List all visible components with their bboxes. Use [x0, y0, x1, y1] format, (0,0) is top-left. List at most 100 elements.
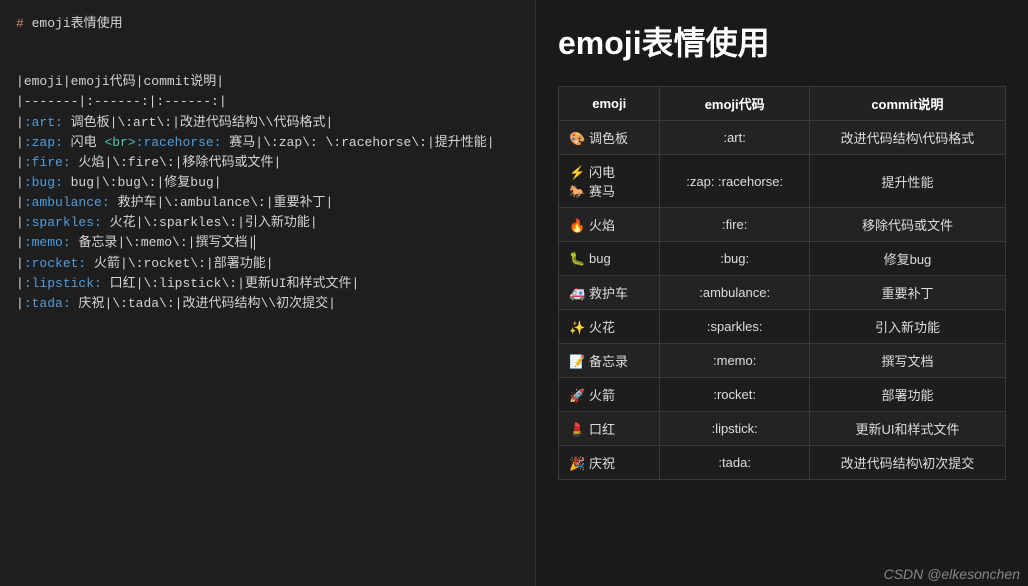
token-punct: |	[16, 135, 24, 150]
source-line: |:rocket: 火箭|\:rocket\:|部署功能|	[16, 254, 519, 274]
cell-code: :ambulance:	[660, 276, 809, 310]
hash-symbol: #	[16, 16, 24, 31]
token-punct: |	[328, 296, 336, 311]
token-plain: \:ambulance\:	[164, 195, 265, 210]
token-emcode: :lipstick:	[24, 276, 102, 291]
token-plain: \:tada\:	[112, 296, 174, 311]
token-punct: |	[237, 215, 245, 230]
token-punct: |	[16, 256, 24, 271]
cell-emoji: 🔥火焰	[559, 208, 660, 242]
token-plain: 引入新功能	[245, 215, 310, 230]
token-punct: |	[237, 276, 245, 291]
memo-icon: 📝	[569, 354, 585, 370]
token-plain: 移除代码或文件	[182, 155, 273, 170]
token-emcode: :art:	[24, 115, 63, 130]
emoji-table: emoji emoji代码 commit说明 🎨调色板:art:改进代码结构\代…	[558, 86, 1006, 480]
cell-desc: 改进代码结构\初次提交	[809, 446, 1005, 480]
token-punct: |	[352, 276, 360, 291]
emoji-label: 救护车	[589, 286, 628, 301]
table-row: 📝备忘录:memo:撰写文档	[559, 344, 1006, 378]
token-punct: |	[94, 175, 102, 190]
emoji-label: 火箭	[589, 388, 615, 403]
token-punct: |	[326, 195, 334, 210]
cell-code: :sparkles:	[660, 310, 809, 344]
source-line: |:art: 调色板|\:art\:|改进代码结构\\代码格式|	[16, 113, 519, 133]
token-emcode: :ambulance:	[24, 195, 110, 210]
cell-emoji: 🎨调色板	[559, 121, 660, 155]
header-code: emoji代码	[660, 87, 809, 121]
cell-desc: 提升性能	[809, 155, 1005, 208]
cell-code: :rocket:	[660, 378, 809, 412]
cell-emoji: 📝 备忘录	[559, 344, 660, 378]
cell-code: :bug:	[660, 242, 809, 276]
cell-code: :fire:	[660, 208, 809, 242]
markdown-preview-pane: emoji表情使用 emoji emoji代码 commit说明 🎨调色板:ar…	[536, 0, 1028, 586]
token-punct: |	[172, 115, 180, 130]
source-line: |:sparkles: 火花|\:sparkles\:|引入新功能|	[16, 213, 519, 233]
fire-icon: 🔥	[569, 218, 585, 234]
emoji-label: 庆祝	[589, 456, 615, 471]
token-punct: |	[16, 215, 24, 230]
cell-emoji: 🚀火箭	[559, 378, 660, 412]
cell-code: :tada:	[660, 446, 809, 480]
source-line: |emoji|emoji代码|commit说明|	[16, 72, 519, 92]
tada-icon: 🎉	[569, 456, 585, 472]
token-plain: \:zap\: \:racehorse\:	[263, 135, 427, 150]
token-punct: |	[427, 135, 435, 150]
token-plain: 改进代码结构\\代码格式	[180, 115, 326, 130]
table-row: 🎉 庆祝 :tada:改进代码结构\初次提交	[559, 446, 1006, 480]
art-icon: 🎨	[569, 131, 585, 147]
source-line: |:tada: 庆祝|\:tada\:|改进代码结构\\初次提交|	[16, 294, 519, 314]
token-emcode: :racehorse:	[136, 135, 222, 150]
markdown-source-pane[interactable]: # emoji表情使用 |emoji|emoji代码|commit说明||---…	[0, 0, 536, 586]
token-plain: 口红	[102, 276, 136, 291]
cell-emoji: ✨火花	[559, 310, 660, 344]
cell-emoji: 💄口红	[559, 412, 660, 446]
token-emcode: :zap:	[24, 135, 63, 150]
token-emcode: :fire:	[24, 155, 71, 170]
token-plain: \:bug\:	[102, 175, 157, 190]
token-plain: 庆祝	[71, 296, 105, 311]
source-line: |:lipstick: 口红|\:lipstick\:|更新UI和样式文件|	[16, 274, 519, 294]
token-punct: |	[120, 256, 128, 271]
heading-text: emoji表情使用	[32, 16, 123, 31]
blank-line	[16, 52, 519, 72]
cell-emoji: 🚑 救护车	[559, 276, 660, 310]
cell-emoji: 🐛bug	[559, 242, 660, 276]
token-plain: 修复bug	[164, 175, 213, 190]
token-punct: |	[266, 256, 274, 271]
token-punct: |	[16, 296, 24, 311]
token-plain: 改进代码结构\\初次提交	[182, 296, 328, 311]
token-plain: 调色板	[63, 115, 110, 130]
token-punct: |	[206, 256, 214, 271]
text-cursor	[254, 235, 255, 250]
token-plain: 赛马	[221, 135, 255, 150]
watermark: CSDN @elkesonchen	[884, 566, 1020, 582]
token-punct: |	[216, 74, 224, 89]
token-plain: 火箭	[86, 256, 120, 271]
table-row: 🐛bug:bug:修复bug	[559, 242, 1006, 276]
ambulance-icon: 🚑	[569, 286, 585, 302]
table-row: ⚡闪电🐎赛马:zap: :racehorse:提升性能	[559, 155, 1006, 208]
sparkles-icon: ✨	[569, 320, 585, 336]
token-punct: |	[16, 155, 24, 170]
source-line: |:ambulance: 救护车|\:ambulance\:|重要补丁|	[16, 193, 519, 213]
cell-desc: 引入新功能	[809, 310, 1005, 344]
token-punct: |	[16, 235, 24, 250]
source-line: |:zap: 闪电 <br>:racehorse: 赛马|\:zap\: \:r…	[16, 133, 519, 153]
token-plain: commit说明	[143, 74, 216, 89]
table-row: ✨火花:sparkles:引入新功能	[559, 310, 1006, 344]
table-row: 🚀火箭:rocket:部署功能	[559, 378, 1006, 412]
token-punct: |	[325, 115, 333, 130]
token-plain: 重要补丁	[274, 195, 326, 210]
cell-desc: 重要补丁	[809, 276, 1005, 310]
cell-desc: 更新UI和样式文件	[809, 412, 1005, 446]
table-row: 🚑 救护车 :ambulance:重要补丁	[559, 276, 1006, 310]
emoji-label: 备忘录	[589, 354, 628, 369]
token-punct: |	[487, 135, 495, 150]
token-punct: |	[310, 215, 318, 230]
preview-heading: emoji表情使用	[558, 18, 1006, 64]
zap-icon: ⚡	[569, 165, 585, 181]
token-plain: emoji代码	[71, 74, 136, 89]
token-punct: |	[16, 175, 24, 190]
